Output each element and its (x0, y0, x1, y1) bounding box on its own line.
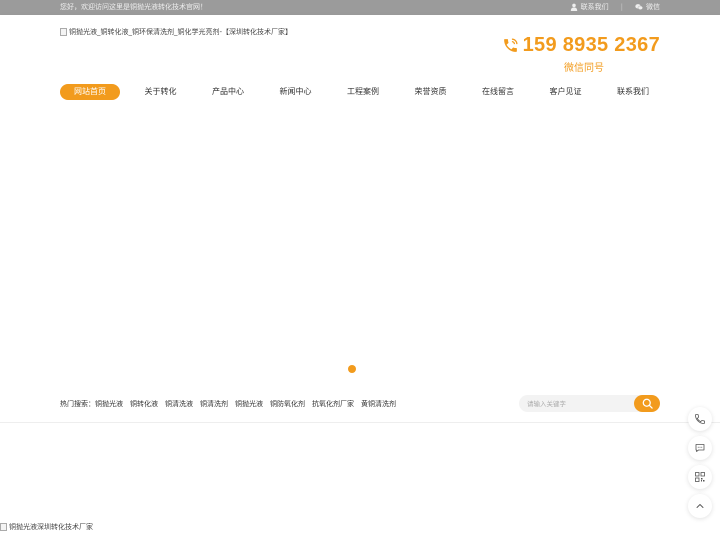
footer-image: 铜抛光液深圳转化技术厂家 (0, 522, 93, 532)
side-phone-button[interactable] (688, 407, 712, 431)
wechat-icon (635, 4, 643, 10)
wechat-link-label: 微信 (646, 3, 660, 11)
nav-item-message[interactable]: 在线留言 (471, 84, 525, 100)
side-qr-button[interactable] (688, 465, 712, 489)
nav-item-honors[interactable]: 荣誉资质 (404, 84, 458, 100)
nav-item-contact[interactable]: 联系我们 (606, 84, 660, 100)
nav-item-testimonials[interactable]: 客户见证 (539, 84, 593, 100)
hot-keyword[interactable]: 铜转化液 (130, 399, 158, 409)
site-logo[interactable]: 铜抛光液_铜转化液_铜环保清洗剂_铜化学光亮剂-【深圳转化技术厂家】 (60, 27, 292, 37)
hot-search-label: 热门搜索：铜抛光液 (60, 400, 123, 408)
welcome-text: 您好，欢迎访问这里是铜抛光液转化技术官网！ (60, 3, 207, 11)
search-input[interactable] (527, 395, 627, 412)
wechat-link[interactable]: 微信 (635, 2, 660, 12)
nav-item-news[interactable]: 新闻中心 (269, 84, 323, 100)
hot-keyword[interactable]: 铜抛光液 (95, 400, 123, 408)
search-box (519, 395, 660, 412)
nav-item-products[interactable]: 产品中心 (201, 84, 255, 100)
search-button[interactable] (634, 395, 660, 412)
contact-link[interactable]: 联系我们 (570, 2, 609, 12)
top-bar: 您好，欢迎访问这里是铜抛光液转化技术官网！ 联系我们 | 微信 (0, 0, 720, 15)
hot-keyword[interactable]: 黄铜清洗剂 (361, 399, 396, 409)
back-to-top-button[interactable] (688, 494, 712, 518)
slider-dot-active[interactable] (348, 365, 356, 373)
qr-code-icon (695, 472, 705, 482)
contact-link-label: 联系我们 (580, 3, 609, 11)
broken-image-icon (0, 523, 7, 531)
banner-slider (0, 110, 720, 390)
nav-item-about[interactable]: 关于转化 (134, 84, 188, 100)
hot-keyword[interactable]: 铜防氧化剂 (270, 399, 305, 409)
phone-number: 159 8935 2367 (522, 34, 660, 56)
section-divider (0, 422, 720, 423)
search-icon (642, 398, 653, 409)
phone-icon (503, 38, 518, 52)
hot-search: 热门搜索：铜抛光液 铜转化液 铜清洗液 铜清洗剂 铜抛光液 铜防氧化剂 抗氧化剂… (60, 399, 396, 409)
site-header: 铜抛光液_铜转化液_铜环保清洗剂_铜化学光亮剂-【深圳转化技术厂家】 159 8… (0, 15, 720, 110)
hot-keyword[interactable]: 铜清洗液 (165, 399, 193, 409)
footer-image-alt: 铜抛光液深圳转化技术厂家 (9, 523, 93, 531)
chat-icon (695, 444, 705, 452)
hot-keyword[interactable]: 铜抛光液 (235, 399, 263, 409)
main-nav: 网站首页 关于转化 产品中心 新闻中心 工程案例 荣誉资质 在线留言 客户见证 … (60, 84, 660, 100)
nav-item-home[interactable]: 网站首页 (60, 84, 120, 100)
top-links: 联系我们 | 微信 (570, 2, 660, 12)
chevron-up-icon (696, 504, 704, 508)
hot-keyword[interactable]: 抗氧化剂厂家 (312, 399, 354, 409)
broken-image-icon (60, 28, 67, 36)
top-separator: | (620, 3, 623, 11)
side-chat-button[interactable] (688, 436, 712, 460)
hotline: 159 8935 2367 (502, 34, 660, 57)
wechat-same-number: 微信同号 (564, 63, 604, 74)
user-icon (570, 3, 577, 11)
nav-item-cases[interactable]: 工程案例 (336, 84, 390, 100)
hot-keyword[interactable]: 铜清洗剂 (200, 399, 228, 409)
logo-alt-text: 铜抛光液_铜转化液_铜环保清洗剂_铜化学光亮剂-【深圳转化技术厂家】 (69, 28, 293, 36)
phone-icon (695, 414, 705, 424)
